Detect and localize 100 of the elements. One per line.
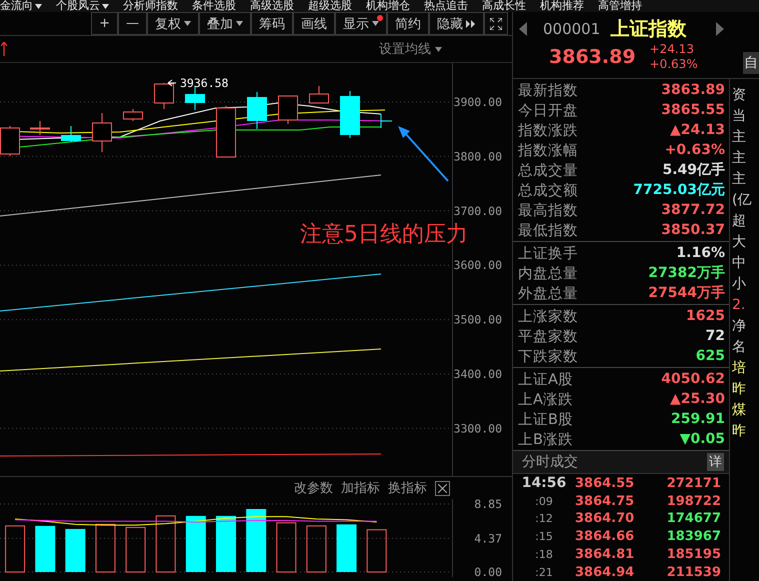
side-panel-text: 超 bbox=[732, 213, 747, 230]
stat-label: 总成交额 bbox=[518, 182, 578, 200]
stat-label: 上证换手 bbox=[518, 244, 578, 262]
side-panel-text: 大 bbox=[732, 234, 747, 251]
side-panel-text: 主 bbox=[732, 129, 747, 146]
side-panel-text: 煤 bbox=[732, 402, 747, 419]
toolbar-button[interactable]: — bbox=[118, 12, 147, 35]
axis-label: 0.00 bbox=[474, 565, 502, 577]
menu-item[interactable]: 条件选股 bbox=[192, 0, 236, 12]
stat-value: 259.91 bbox=[670, 411, 725, 427]
axis-label: 3400.00 bbox=[454, 367, 502, 381]
candlestick bbox=[247, 92, 267, 130]
side-panel-text: 中 bbox=[732, 255, 747, 272]
stat-value: 27544万手 bbox=[648, 284, 725, 302]
stat-label: 指数涨跌 bbox=[518, 122, 578, 140]
double-arrow-icon bbox=[466, 20, 476, 28]
stock-code: 000001 bbox=[543, 20, 600, 38]
candlestick bbox=[92, 112, 112, 152]
trade-volume: 183967 bbox=[666, 529, 721, 544]
trade-price: 3864.66 bbox=[575, 529, 636, 544]
indicator-action-link[interactable]: 加指标 bbox=[341, 479, 380, 497]
menu-item[interactable]: 机构增仓 bbox=[366, 0, 410, 12]
index-name: 上证指数 bbox=[610, 17, 686, 42]
fullscreen-button[interactable] bbox=[484, 12, 508, 35]
stat-label: 内盘总量 bbox=[518, 264, 578, 282]
trade-time: :09 bbox=[534, 494, 554, 508]
stat-value: +0.63% bbox=[664, 142, 725, 158]
detail-button[interactable]: 详 bbox=[707, 453, 724, 472]
stat-label: 上B涨跌 bbox=[518, 430, 573, 448]
candlestick bbox=[380, 114, 392, 128]
toolbar-button[interactable]: 隐藏 bbox=[429, 12, 484, 35]
toolbar-button[interactable]: 复权 bbox=[147, 12, 199, 35]
menu-item[interactable]: 热点追击 bbox=[424, 0, 468, 12]
trade-time: :15 bbox=[534, 530, 554, 544]
stat-label: 外盘总量 bbox=[518, 284, 578, 302]
close-icon bbox=[438, 484, 447, 492]
stat-label: 平盘家数 bbox=[518, 328, 578, 346]
stat-value: 1625 bbox=[686, 308, 725, 324]
trade-price: 3864.81 bbox=[575, 546, 636, 562]
previous-arrow-icon[interactable] bbox=[519, 22, 527, 36]
close-button[interactable] bbox=[435, 480, 450, 496]
ma-setting-dropdown[interactable]: 设置均线 bbox=[379, 40, 442, 58]
stat-label: 上证A股 bbox=[518, 370, 573, 388]
stat-value: 3877.72 bbox=[661, 202, 725, 218]
stat-label: 今日开盘 bbox=[518, 102, 578, 120]
side-panel-text: (亿 bbox=[732, 192, 752, 209]
menu-item[interactable]: 个股风云 bbox=[56, 0, 109, 12]
menu-item[interactable]: 金流向 bbox=[0, 0, 42, 12]
stat-value: 625 bbox=[696, 348, 725, 364]
stat-label: 上证B股 bbox=[518, 410, 573, 428]
trade-volume: 174677 bbox=[666, 511, 721, 526]
menu-item[interactable]: 高成长性 bbox=[482, 0, 526, 12]
axis-label: 3500.00 bbox=[454, 312, 502, 327]
next-arrow-icon[interactable] bbox=[716, 22, 724, 36]
indicator-action-link[interactable]: 改参数 bbox=[294, 479, 333, 497]
toolbar-button[interactable]: + bbox=[91, 12, 118, 35]
axis-label: 3800.00 bbox=[454, 149, 502, 164]
menu-item[interactable]: 高管增持 bbox=[598, 0, 642, 12]
side-button[interactable]: 自 bbox=[743, 52, 759, 74]
trade-volume: 211539 bbox=[666, 564, 721, 580]
side-panel-text: 净 bbox=[732, 318, 747, 335]
candlestick bbox=[154, 82, 174, 110]
axis-label: 3300.00 bbox=[454, 421, 502, 436]
trade-volume: 185195 bbox=[666, 546, 721, 562]
toolbar-button[interactable]: 显示 bbox=[335, 12, 387, 35]
side-panel-text: 培 bbox=[732, 360, 747, 377]
stat-value: 5.49亿手 bbox=[662, 161, 725, 179]
stat-label: 上A涨跌 bbox=[518, 390, 573, 408]
toolbar-button[interactable]: 画线 bbox=[293, 12, 335, 35]
menu-item[interactable]: 超级选股 bbox=[308, 0, 352, 12]
side-panel-text: 2. bbox=[732, 297, 746, 314]
stat-value: 1.16% bbox=[676, 245, 725, 261]
candlestick bbox=[30, 120, 50, 136]
percent-change: +0.63% bbox=[650, 57, 698, 72]
trade-price: 3864.70 bbox=[575, 511, 636, 526]
stat-label: 上涨家数 bbox=[518, 308, 578, 326]
trade-time: 14:56 bbox=[520, 475, 568, 492]
toolbar-button[interactable]: 简约 bbox=[387, 12, 429, 35]
caret-icon bbox=[435, 46, 442, 52]
trade-time: :18 bbox=[534, 548, 554, 561]
trade-time: :21 bbox=[534, 566, 554, 579]
stat-label: 最高指数 bbox=[518, 202, 578, 220]
stat-value: 72 bbox=[706, 328, 725, 344]
axis-label: 4.37 bbox=[474, 531, 502, 546]
trade-volume: 198722 bbox=[666, 494, 721, 509]
indicator-action-link[interactable]: 换指标 bbox=[388, 479, 427, 497]
stat-value: 3850.37 bbox=[661, 222, 725, 238]
menu-item[interactable]: 分析师指数 bbox=[123, 0, 178, 12]
toolbar-button[interactable]: 叠加 bbox=[199, 12, 251, 35]
toolbar-button[interactable]: 筹码 bbox=[251, 12, 293, 35]
stat-label: 下跌家数 bbox=[518, 348, 578, 366]
caret-icon bbox=[102, 4, 109, 8]
candlestick bbox=[185, 86, 205, 110]
candlestick bbox=[61, 126, 81, 142]
axis-label: 3700.00 bbox=[454, 204, 502, 218]
menu-item[interactable]: 机构推荐 bbox=[540, 0, 584, 12]
menu-item[interactable]: 高级选股 bbox=[250, 0, 294, 12]
annotation-text: 注意5日线的压力 bbox=[300, 221, 468, 249]
caret-icon bbox=[236, 21, 243, 26]
candlestick bbox=[340, 90, 360, 138]
